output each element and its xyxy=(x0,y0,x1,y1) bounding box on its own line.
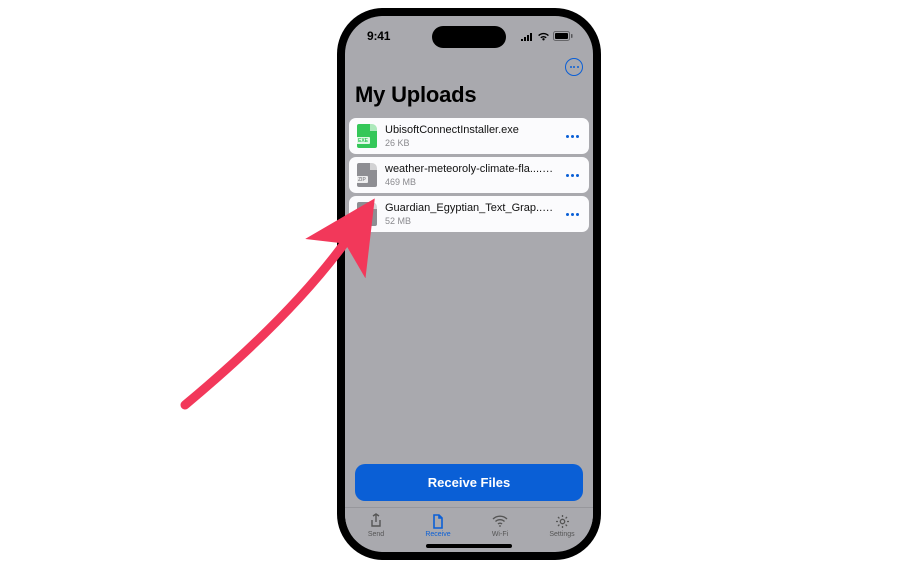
wifi-status-icon xyxy=(537,32,550,41)
file-more-button[interactable] xyxy=(562,131,583,142)
tab-label: Settings xyxy=(549,531,574,538)
file-info: UbisoftConnectInstaller.exe 26 KB xyxy=(385,124,554,148)
file-row[interactable]: ZIP weather-meteoroly-climate-fla....zip… xyxy=(349,157,589,193)
gear-icon xyxy=(553,512,571,530)
tab-label: Receive xyxy=(425,531,450,538)
file-type-zip-icon: ZIP xyxy=(357,163,377,187)
wifi-icon xyxy=(491,512,509,530)
page-title: My Uploads xyxy=(345,76,593,116)
file-size: 469 MB xyxy=(385,177,554,187)
tab-label: Send xyxy=(368,531,384,538)
file-type-exe-icon: EXE xyxy=(357,124,377,148)
receive-files-button[interactable]: Receive Files xyxy=(355,464,583,501)
file-row[interactable]: ZIP Guardian_Egyptian_Text_Grap....zip 5… xyxy=(349,196,589,232)
spacer xyxy=(345,232,593,464)
file-row[interactable]: EXE UbisoftConnectInstaller.exe 26 KB xyxy=(349,118,589,154)
tab-bar: Send Receive Wi-Fi Settings xyxy=(345,507,593,540)
file-size: 26 KB xyxy=(385,138,554,148)
status-indicators xyxy=(520,31,573,41)
file-type-zip-icon: ZIP xyxy=(357,202,377,226)
file-more-button[interactable] xyxy=(562,209,583,220)
battery-icon xyxy=(553,31,573,41)
header-more-button[interactable] xyxy=(565,58,583,76)
tab-send[interactable]: Send xyxy=(345,512,407,538)
share-icon xyxy=(367,512,385,530)
file-name: UbisoftConnectInstaller.exe xyxy=(385,124,554,136)
cellular-icon xyxy=(520,32,534,41)
tab-receive[interactable]: Receive xyxy=(407,512,469,538)
screen: 9:41 My Uploads EXE UbisoftConnectInstal… xyxy=(345,16,593,552)
status-time: 9:41 xyxy=(367,29,390,43)
tab-label: Wi-Fi xyxy=(492,531,508,538)
file-more-button[interactable] xyxy=(562,170,583,181)
home-indicator xyxy=(345,540,593,552)
tab-wifi[interactable]: Wi-Fi xyxy=(469,512,531,538)
dynamic-island xyxy=(432,26,506,48)
file-info: weather-meteoroly-climate-fla....zip 469… xyxy=(385,163,554,187)
primary-action-area: Receive Files xyxy=(345,464,593,507)
file-name: Guardian_Egyptian_Text_Grap....zip xyxy=(385,202,554,214)
file-size: 52 MB xyxy=(385,216,554,226)
header-actions xyxy=(345,56,593,76)
device-frame: 9:41 My Uploads EXE UbisoftConnectInstal… xyxy=(337,8,601,560)
file-name: weather-meteoroly-climate-fla....zip xyxy=(385,163,554,175)
document-icon xyxy=(429,512,447,530)
tab-settings[interactable]: Settings xyxy=(531,512,593,538)
ellipsis-icon xyxy=(570,66,579,68)
uploads-list: EXE UbisoftConnectInstaller.exe 26 KB ZI… xyxy=(345,118,593,232)
file-info: Guardian_Egyptian_Text_Grap....zip 52 MB xyxy=(385,202,554,226)
